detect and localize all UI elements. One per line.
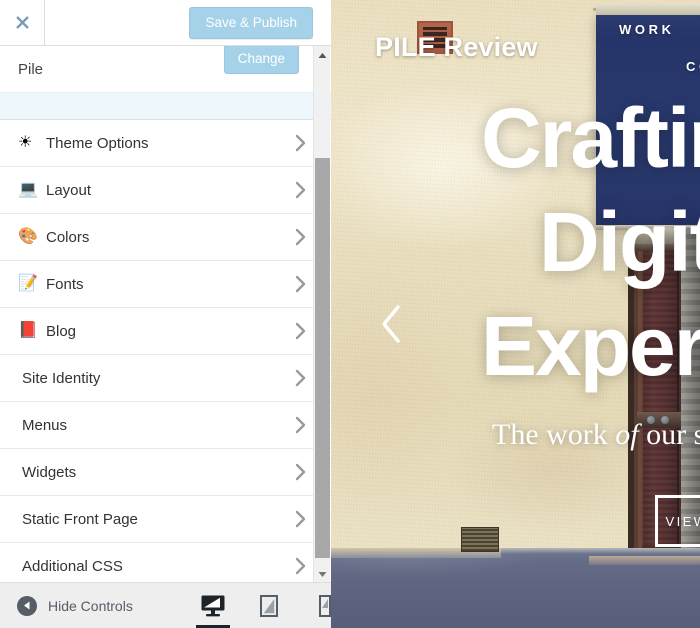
desktop-icon <box>200 594 226 618</box>
customizer-footer: Hide Controls <box>0 582 331 628</box>
section-label: Menus <box>22 416 68 434</box>
chevron-right-icon <box>294 415 307 435</box>
hero-line-3: Experiences <box>481 299 700 393</box>
section-label: Blog <box>46 322 77 340</box>
customizer-panel-body[interactable]: Pile Change ☀ Theme Options 💻 Layout 🎨 C… <box>0 46 331 582</box>
section-label: Colors <box>46 228 90 246</box>
palette-icon: 🎨 <box>18 228 38 245</box>
section-theme-options[interactable]: ☀ Theme Options <box>0 120 331 167</box>
hide-controls-button[interactable]: Hide Controls <box>0 595 133 616</box>
section-menus[interactable]: Menus <box>0 402 331 449</box>
chevron-right-icon <box>294 462 307 482</box>
caret-down-icon <box>318 565 327 583</box>
section-label: Widgets <box>22 463 77 481</box>
customizer-panel: Save & Publish Pile Change ☀ Theme Optio… <box>0 0 331 628</box>
device-preview-mobile[interactable] <box>308 583 342 628</box>
scrollbar-up-arrow[interactable] <box>314 46 331 63</box>
close-customizer-button[interactable] <box>0 0 45 45</box>
save-and-publish-button[interactable]: Save & Publish <box>189 6 313 39</box>
section-colors[interactable]: 🎨 Colors <box>0 214 331 261</box>
preview-hero-subtitle: The work of our studio <box>492 418 700 452</box>
device-preview-tablet[interactable] <box>252 583 286 628</box>
device-preview-desktop[interactable] <box>196 583 230 628</box>
preview-hero-heading: Crafting Digital Experiences <box>481 86 700 398</box>
section-widgets[interactable]: Widgets <box>0 449 331 496</box>
hero-subtitle-pre: The work <box>492 418 616 451</box>
chevron-right-icon <box>294 321 307 341</box>
chevron-left-icon <box>378 303 404 345</box>
header-actions: Save & Publish <box>45 0 331 45</box>
change-theme-button[interactable]: Change <box>223 46 299 74</box>
section-label: Additional CSS <box>22 557 123 575</box>
book-icon: 📕 <box>18 322 38 339</box>
panel-scrollbar[interactable] <box>313 46 330 582</box>
preview-curb-right <box>589 556 700 565</box>
preview-hero-cta-button[interactable]: VIEW WORK <box>655 495 700 547</box>
hero-subtitle-post: our studio <box>646 418 700 451</box>
hide-controls-label: Hide Controls <box>48 597 133 614</box>
chevron-right-icon <box>294 274 307 294</box>
theme-preview-frame[interactable]: PILE Review WORK CONTACT Crafting Digita… <box>331 0 700 628</box>
chevron-right-icon <box>294 368 307 388</box>
chevron-right-icon <box>294 556 307 576</box>
section-site-identity[interactable]: Site Identity <box>0 355 331 402</box>
memo-icon: 📝 <box>18 275 38 292</box>
laptop-icon: 💻 <box>18 181 38 198</box>
chevron-right-icon <box>294 180 307 200</box>
active-theme-row: Pile Change <box>0 46 331 92</box>
section-label: Theme Options <box>46 134 149 152</box>
active-theme-name: Pile <box>18 60 44 78</box>
chevron-right-icon <box>294 227 307 247</box>
section-fonts[interactable]: 📝 Fonts <box>0 261 331 308</box>
hero-line-2: Digital <box>539 195 700 289</box>
tablet-icon <box>259 594 279 618</box>
section-static-front-page[interactable]: Static Front Page <box>0 496 331 543</box>
preview-wall-vent <box>461 527 499 552</box>
sun-icon: ☀ <box>18 134 33 151</box>
mobile-icon <box>318 594 332 618</box>
preview-site-title: PILE Review <box>375 32 538 62</box>
section-blog[interactable]: 📕 Blog <box>0 308 331 355</box>
preview-slider-prev-button[interactable] <box>373 300 409 348</box>
hero-subtitle-emphasis: of <box>615 418 647 451</box>
scrollbar-thumb[interactable] <box>315 158 330 558</box>
customizer-header: Save & Publish <box>0 0 331 46</box>
scrollbar-down-arrow[interactable] <box>314 565 331 582</box>
customizer-screen: PILE Review WORK CONTACT Crafting Digita… <box>0 0 700 628</box>
collapse-arrow-icon <box>17 595 37 616</box>
device-preview-switcher <box>196 583 342 628</box>
section-label: Static Front Page <box>22 510 138 528</box>
nav-item-contact[interactable]: CONTACT <box>686 59 700 74</box>
section-additional-css[interactable]: Additional CSS <box>0 543 331 582</box>
close-x-icon <box>14 14 31 31</box>
section-label: Fonts <box>46 275 84 293</box>
section-label: Site Identity <box>22 369 101 387</box>
chevron-right-icon <box>294 509 307 529</box>
chevron-right-icon <box>294 133 307 153</box>
section-layout[interactable]: 💻 Layout <box>0 167 331 214</box>
customizer-section-list: ☀ Theme Options 💻 Layout 🎨 Colors 📝 Font… <box>0 120 331 582</box>
caret-up-icon <box>318 46 327 64</box>
theme-info-strip <box>0 92 331 120</box>
nav-item-work[interactable]: WORK <box>619 22 675 37</box>
hero-line-1: Crafting <box>481 91 700 185</box>
section-label: Layout <box>46 181 92 199</box>
